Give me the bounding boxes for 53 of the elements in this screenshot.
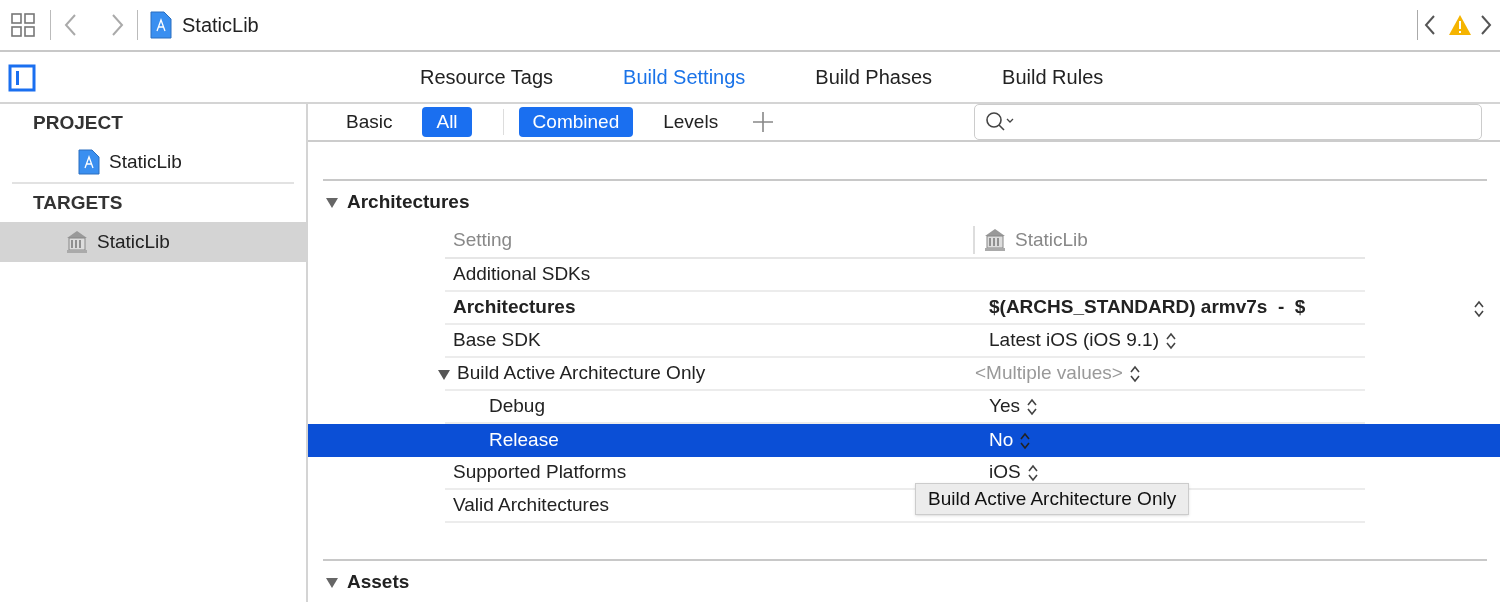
setting-name: Additional SDKs <box>452 262 591 287</box>
stepper-icon[interactable] <box>1026 463 1039 482</box>
building-icon <box>65 229 89 255</box>
filter-button[interactable]: Basic <box>332 107 407 137</box>
stepper-icon[interactable] <box>1473 299 1485 318</box>
previous-issue-icon[interactable] <box>1422 13 1438 37</box>
editor-tab[interactable]: Resource Tags <box>420 62 554 92</box>
setting-name: Architectures <box>452 295 576 320</box>
grid-icon[interactable] <box>10 12 38 38</box>
next-issue-icon[interactable] <box>1480 13 1492 37</box>
filter-button[interactable]: Levels <box>649 107 733 137</box>
building-icon <box>983 227 1007 253</box>
disclosure-triangle-icon[interactable] <box>325 195 339 209</box>
column-header: Setting <box>452 227 514 252</box>
setting-name: Debug <box>488 394 545 419</box>
editor-tab[interactable]: Build Rules <box>1002 62 1104 92</box>
setting-row[interactable]: Architectures $(ARCHS_STANDARD) armv7s - $ <box>323 292 1487 325</box>
stepper-icon[interactable] <box>1026 397 1038 416</box>
section-title: Assets <box>347 569 410 594</box>
setting-value[interactable]: Yes <box>989 392 1020 421</box>
setting-row[interactable]: Additional SDKs <box>323 259 1487 292</box>
stepper-icon[interactable] <box>1165 331 1177 350</box>
setting-name: Release <box>488 428 559 453</box>
section-title: Architectures <box>347 189 470 214</box>
setting-value[interactable]: Latest iOS (iOS 9.1) <box>989 326 1159 355</box>
column-header: StaticLib <box>1015 227 1088 252</box>
section-heading: PROJECT <box>32 110 124 135</box>
search-field[interactable] <box>974 104 1483 140</box>
sidebar-toggle-icon[interactable] <box>8 64 36 92</box>
search-icon <box>985 111 1016 133</box>
setting-value[interactable]: $(ARCHS_STANDARD) armv7s - $ <box>989 293 1306 322</box>
setting-name: Base SDK <box>452 328 541 353</box>
setting-row[interactable]: Base SDK Latest iOS (iOS 9.1) <box>323 325 1487 358</box>
section-heading: TARGETS <box>32 190 124 215</box>
editor-tab[interactable]: Build Settings <box>623 62 746 92</box>
sidebar-item[interactable]: StaticLib <box>0 222 306 262</box>
setting-name: Valid Architectures <box>452 493 609 518</box>
sidebar-item[interactable]: StaticLib <box>12 142 294 182</box>
disclosure-triangle-icon[interactable] <box>325 575 339 589</box>
filter-button[interactable]: All <box>422 107 472 137</box>
stepper-icon[interactable] <box>1128 364 1141 383</box>
setting-row[interactable]: Release No <box>308 424 1500 457</box>
filter-button[interactable]: Combined <box>518 107 634 137</box>
setting-value[interactable]: No <box>989 426 1014 455</box>
setting-name: Supported Platforms <box>452 460 627 485</box>
breadcrumb-title[interactable]: StaticLib <box>182 10 259 40</box>
file-icon <box>150 11 172 39</box>
setting-row[interactable]: Build Active Architecture Only <Multiple values> <box>323 358 1487 391</box>
plus-icon[interactable] <box>752 111 775 133</box>
file-icon <box>77 149 101 175</box>
tooltip: Build Active Architecture Only <box>915 483 1190 515</box>
editor-tab[interactable]: Build Phases <box>815 62 933 92</box>
setting-name: Build Active Architecture Only <box>457 361 706 386</box>
